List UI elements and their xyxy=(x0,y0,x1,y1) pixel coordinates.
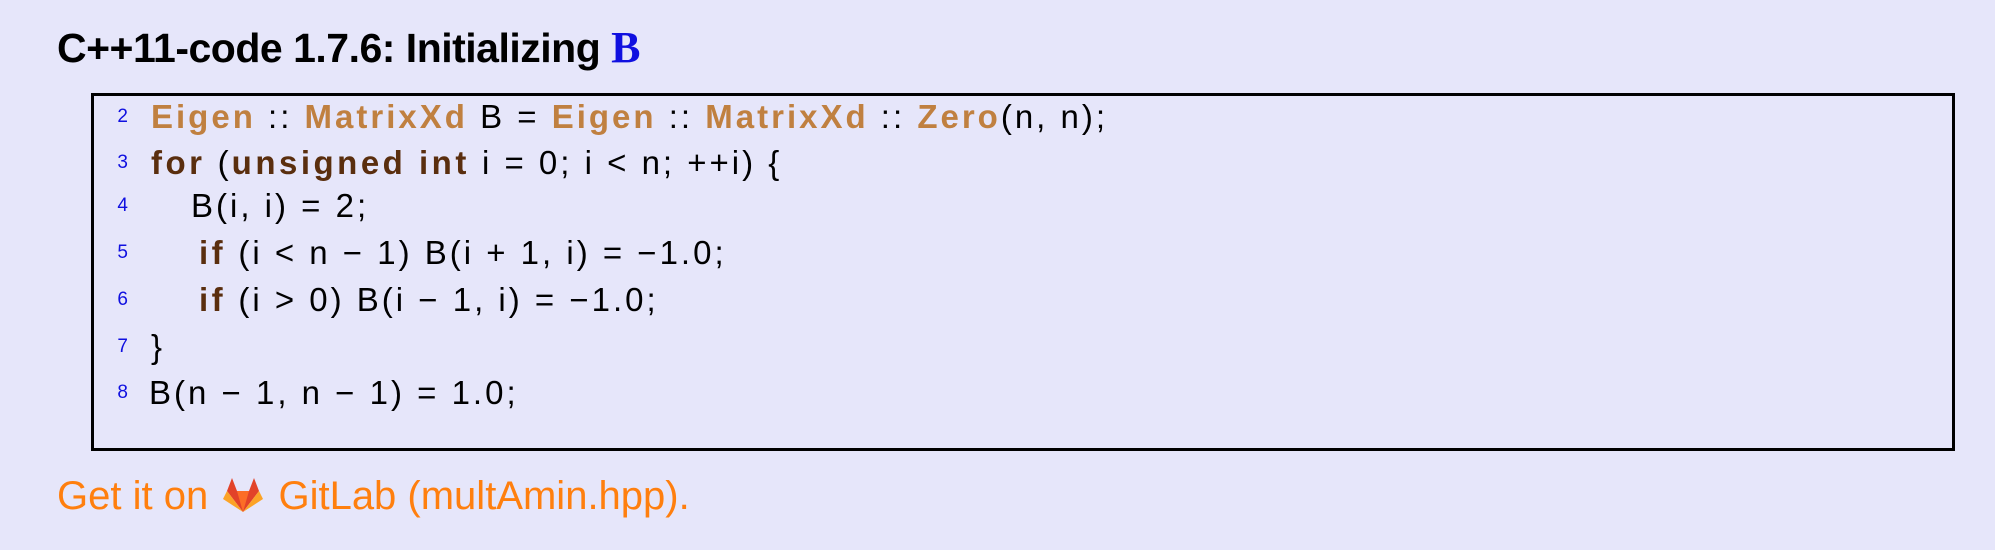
code-listing: 2 Eigen :: MatrixXd B = Eigen :: MatrixXd… xyxy=(91,93,1955,451)
code-title-text: C++11-code 1.7.6: Initializing xyxy=(57,25,612,71)
code-type: MatrixXd xyxy=(705,98,869,135)
code-type: Eigen xyxy=(551,98,657,135)
gitlab-link[interactable]: Get it on GitLab (multAmin.hpp). xyxy=(57,474,690,519)
code-text: B(i, i) = 2; xyxy=(191,183,369,229)
code-type: Eigen xyxy=(151,98,256,135)
code-line: 3 for (unsigned int i = 0; i < n; ++i) { xyxy=(94,140,1952,186)
code-line: 4 B(i, i) = 2; xyxy=(94,183,1952,229)
line-number: 5 xyxy=(117,242,128,263)
gitlab-icon[interactable] xyxy=(223,477,264,513)
code-line: 2 Eigen :: MatrixXd B = Eigen :: MatrixXd… xyxy=(94,94,1952,140)
line-number: 3 xyxy=(117,152,128,173)
code-line: 6 if (i > 0) B(i − 1, i) = −1.0; xyxy=(94,277,1952,323)
line-number: 7 xyxy=(117,336,128,357)
gitlab-link-prefix[interactable]: Get it on xyxy=(57,474,208,518)
code-type: Zero xyxy=(917,98,1001,135)
code-token: } xyxy=(151,328,166,365)
code-title-symbol: B xyxy=(611,23,640,72)
code-token: ( xyxy=(205,144,232,181)
code-token: :: xyxy=(868,98,918,135)
code-token: B(i, i) = 2; xyxy=(191,187,370,224)
code-token: :: xyxy=(255,98,305,135)
code-keyword: if xyxy=(199,281,227,318)
code-title: C++11-code 1.7.6: Initializing B xyxy=(57,22,640,73)
line-number: 8 xyxy=(117,382,128,403)
code-token: (i < n − 1) B(i + 1, i) = −1.0; xyxy=(226,234,727,271)
code-keyword: for xyxy=(151,144,206,181)
code-text: if (i > 0) B(i − 1, i) = −1.0; xyxy=(199,277,659,323)
code-text: if (i < n − 1) B(i + 1, i) = −1.0; xyxy=(199,230,727,276)
code-token: i = 0; i < n; ++i) { xyxy=(469,144,783,181)
code-type: MatrixXd xyxy=(304,98,468,135)
code-text: B(n − 1, n − 1) = 1.0; xyxy=(149,370,519,416)
code-token: (n, n); xyxy=(1000,98,1109,135)
line-number: 4 xyxy=(117,195,128,216)
code-keyword: unsigned int xyxy=(231,144,470,181)
code-line: 7} xyxy=(94,324,1952,370)
line-number: 2 xyxy=(117,106,128,127)
line-number: 6 xyxy=(117,289,128,310)
code-keyword: if xyxy=(199,234,227,271)
code-text: for (unsigned int i = 0; i < n; ++i) { xyxy=(151,140,782,186)
code-text: } xyxy=(151,324,165,370)
code-token: B(n − 1, n − 1) = 1.0; xyxy=(149,374,519,411)
code-line: 5 if (i < n − 1) B(i + 1, i) = −1.0; xyxy=(94,230,1952,276)
code-token: B = xyxy=(467,98,552,135)
code-token: (i > 0) B(i − 1, i) = −1.0; xyxy=(226,281,659,318)
gitlab-link-text[interactable]: GitLab (multAmin.hpp). xyxy=(278,474,689,518)
code-token: :: xyxy=(656,98,706,135)
code-text: Eigen :: MatrixXd B = Eigen :: MatrixXd … xyxy=(151,94,1108,140)
code-line: 8 B(n − 1, n − 1) = 1.0; xyxy=(94,370,1952,416)
